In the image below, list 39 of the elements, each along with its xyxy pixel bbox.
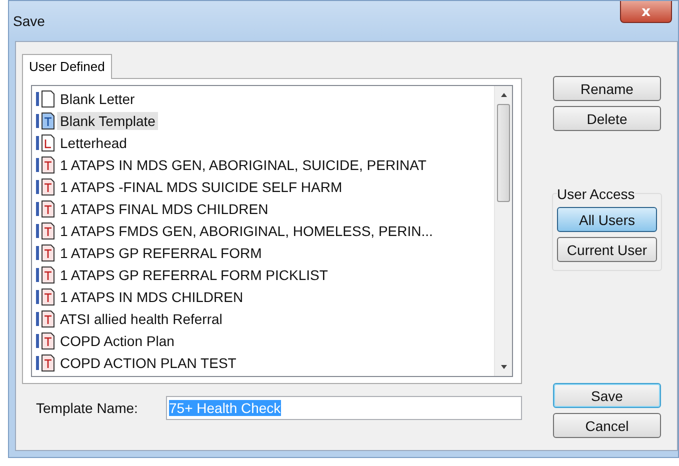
dialog-button[interactable]: Cancel	[553, 413, 661, 438]
document-icon	[36, 112, 56, 130]
tab[interactable]: User Defined	[22, 54, 112, 79]
document-icon	[36, 288, 56, 306]
document-icon	[36, 354, 56, 372]
template-item[interactable]: 1 ATAPS FMDS GEN, ABORIGINAL, HOMELESS, PERIN...	[57, 222, 436, 240]
template-item[interactable]: Blank Letter	[57, 90, 138, 108]
dialog-button[interactable]: Save	[553, 383, 661, 408]
field-value: 75+ Health Check	[169, 400, 281, 416]
document-icon	[36, 266, 56, 284]
template-item[interactable]: ATSI allied health Referral	[57, 310, 226, 328]
document-icon	[36, 244, 56, 262]
scrollbar[interactable]	[494, 86, 512, 376]
template-item[interactable]: 1 ATAPS -FINAL MDS SUICIDE SELF HARM	[57, 178, 346, 196]
window-title: Save	[12, 12, 45, 29]
template-item[interactable]: 1 ATAPS GP REFERRAL FORM	[57, 244, 265, 262]
access-option-button[interactable]: Current User	[557, 237, 657, 262]
document-icon	[36, 90, 56, 108]
action-button[interactable]: Delete	[553, 106, 661, 131]
access-option-button[interactable]: All Users	[557, 207, 657, 232]
scroll-thumb[interactable]	[497, 104, 510, 202]
template-item[interactable]: 1 ATAPS FINAL MDS CHILDREN	[57, 200, 272, 218]
document-icon	[36, 310, 56, 328]
action-button[interactable]: Rename	[553, 76, 661, 101]
document-icon	[36, 200, 56, 218]
group-title: User Access	[557, 186, 635, 202]
template-item[interactable]: 1 ATAPS GP REFERRAL FORM PICKLIST	[57, 266, 331, 284]
document-icon	[36, 178, 56, 196]
template-item[interactable]: 1 ATAPS IN MDS GEN, ABORIGINAL, SUICIDE, PERINAT	[57, 156, 430, 174]
template-item[interactable]: COPD ACTION PLAN TEST	[57, 354, 240, 372]
document-icon	[36, 332, 56, 350]
template-name-label: Template Name:	[36, 400, 139, 416]
document-icon	[36, 134, 56, 152]
template-item[interactable]: COPD Action Plan	[57, 332, 178, 350]
template-item[interactable]: Letterhead	[57, 134, 130, 152]
document-icon	[36, 222, 56, 240]
document-icon	[36, 156, 56, 174]
template-item[interactable]: Blank Template	[57, 112, 158, 130]
template-item[interactable]: 1 ATAPS IN MDS CHILDREN	[57, 288, 246, 306]
